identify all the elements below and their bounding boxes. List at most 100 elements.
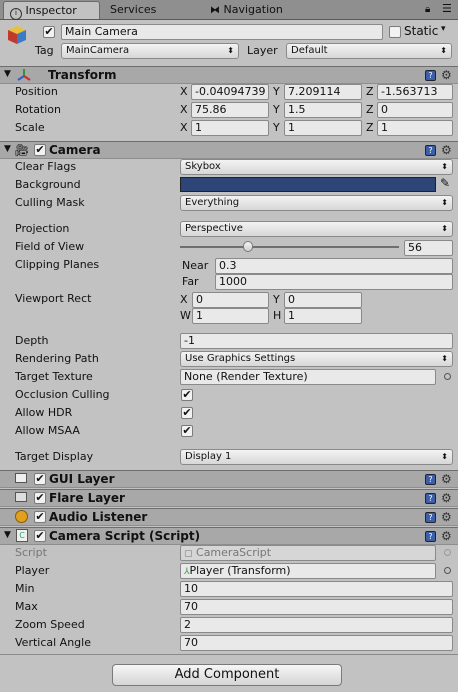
gear-icon[interactable]: ⚙ bbox=[441, 530, 452, 542]
viewport-x-input[interactable]: 0 bbox=[192, 292, 269, 308]
tab-services[interactable]: Services bbox=[104, 1, 184, 19]
position-z-input[interactable]: -1.563713 bbox=[377, 84, 453, 100]
navigation-icon: ⧓ bbox=[210, 5, 220, 16]
vertical-angle-input[interactable]: 70 bbox=[180, 635, 453, 651]
target-display-dropdown[interactable]: Display 1 ⬍ bbox=[180, 449, 453, 465]
flare-layer-header[interactable]: ✔ Flare Layer ? ⚙ bbox=[0, 489, 458, 507]
target-texture-field[interactable]: None (Render Texture) bbox=[180, 369, 436, 385]
transform-header[interactable]: ▼ Transform ? ⚙ bbox=[0, 66, 458, 84]
menu-icon[interactable]: ☰ bbox=[442, 2, 452, 15]
zoom-speed-input[interactable]: 2 bbox=[180, 617, 453, 633]
allow-hdr-checkbox[interactable]: ✔ bbox=[181, 407, 193, 419]
layer-dropdown[interactable]: Default ⬍ bbox=[286, 43, 452, 59]
foldout-arrow-icon[interactable]: ▼ bbox=[4, 530, 11, 540]
static-dropdown-arrow-icon[interactable]: ▾ bbox=[441, 24, 446, 34]
tag-dropdown[interactable]: MainCamera ⬍ bbox=[61, 43, 239, 59]
eyedropper-icon[interactable]: ✎ bbox=[440, 176, 450, 190]
help-icon[interactable]: ? bbox=[425, 512, 436, 523]
rotation-x-input[interactable]: 75.86 bbox=[191, 102, 269, 118]
camera-script-header[interactable]: ▼ C ✔ Camera Script (Script) ? ⚙ bbox=[0, 527, 458, 545]
rotation-y-input[interactable]: 1.5 bbox=[284, 102, 362, 118]
fov-input[interactable]: 56 bbox=[404, 240, 453, 256]
fov-slider-thumb[interactable] bbox=[242, 241, 253, 252]
help-icon[interactable]: ? bbox=[425, 474, 436, 485]
script-file-icon: ▢ bbox=[184, 549, 193, 559]
lock-icon[interactable]: 🔒︎ bbox=[425, 4, 430, 15]
rotation-z-input[interactable]: 0 bbox=[377, 102, 453, 118]
info-icon: i bbox=[10, 8, 22, 20]
near-input[interactable]: 0.3 bbox=[215, 258, 453, 274]
occlusion-culling-checkbox[interactable]: ✔ bbox=[181, 389, 193, 401]
allow-hdr-label: Allow HDR bbox=[15, 406, 73, 419]
viewport-w-input[interactable]: 1 bbox=[192, 308, 269, 324]
tag-label: Tag bbox=[35, 44, 54, 57]
min-input[interactable]: 10 bbox=[180, 581, 453, 597]
allow-msaa-checkbox[interactable]: ✔ bbox=[181, 425, 193, 437]
projection-dropdown[interactable]: Perspective ⬍ bbox=[180, 221, 453, 237]
max-input[interactable]: 70 bbox=[180, 599, 453, 615]
gear-icon[interactable]: ⚙ bbox=[441, 69, 452, 81]
fov-label: Field of View bbox=[15, 240, 85, 253]
clear-flags-label: Clear Flags bbox=[15, 160, 77, 173]
scale-y-input[interactable]: 1 bbox=[284, 120, 362, 136]
vp-x-label: X bbox=[180, 293, 188, 306]
position-y-input[interactable]: 7.209114 bbox=[284, 84, 362, 100]
dropdown-arrow-icon: ⬍ bbox=[441, 162, 448, 171]
scale-label: Scale bbox=[15, 121, 45, 134]
tab-inspector[interactable]: i Inspector bbox=[3, 1, 100, 20]
vp-y-label: Y bbox=[273, 293, 280, 306]
dropdown-arrow-icon: ⬍ bbox=[441, 198, 448, 207]
camera-icon: 🎥︎ bbox=[14, 143, 30, 157]
audio-listener-title: Audio Listener bbox=[49, 510, 148, 524]
depth-input[interactable]: -1 bbox=[180, 333, 453, 349]
axis-x-label: X bbox=[180, 85, 188, 98]
far-input[interactable]: 1000 bbox=[215, 274, 453, 290]
object-name-input[interactable]: Main Camera bbox=[61, 24, 383, 40]
fov-slider-track[interactable] bbox=[180, 246, 399, 248]
background-color-swatch[interactable] bbox=[180, 177, 436, 192]
gear-icon[interactable]: ⚙ bbox=[441, 144, 452, 156]
gear-icon[interactable]: ⚙ bbox=[441, 511, 452, 523]
gear-icon[interactable]: ⚙ bbox=[441, 492, 452, 504]
gui-layer-header[interactable]: ✔ GUI Layer ? ⚙ bbox=[0, 470, 458, 488]
foldout-arrow-icon[interactable]: ▼ bbox=[4, 144, 11, 154]
gear-icon[interactable]: ⚙ bbox=[441, 473, 452, 485]
gui-layer-checkbox[interactable]: ✔ bbox=[34, 473, 46, 485]
help-icon[interactable]: ? bbox=[425, 493, 436, 504]
position-x-input[interactable]: -0.04094739 bbox=[191, 84, 269, 100]
rendering-path-dropdown[interactable]: Use Graphics Settings ⬍ bbox=[180, 351, 453, 367]
dropdown-arrow-icon: ⬍ bbox=[227, 46, 234, 55]
axis-y-label: Y bbox=[273, 121, 280, 134]
foldout-arrow-icon[interactable]: ▼ bbox=[4, 69, 11, 79]
dropdown-arrow-icon: ⬍ bbox=[441, 224, 448, 233]
viewport-h-input[interactable]: 1 bbox=[284, 308, 362, 324]
add-component-button[interactable]: Add Component bbox=[112, 664, 342, 686]
scale-x-input[interactable]: 1 bbox=[191, 120, 269, 136]
viewport-y-input[interactable]: 0 bbox=[284, 292, 362, 308]
audio-listener-header[interactable]: ✔ Audio Listener ? ⚙ bbox=[0, 508, 458, 526]
help-icon[interactable]: ? bbox=[425, 145, 436, 156]
min-label: Min bbox=[15, 582, 35, 595]
help-icon[interactable]: ? bbox=[425, 531, 436, 542]
active-checkbox[interactable]: ✔ bbox=[43, 26, 55, 38]
gameobject-cube-icon bbox=[6, 24, 28, 46]
flare-layer-checkbox[interactable]: ✔ bbox=[34, 492, 46, 504]
far-label: Far bbox=[182, 275, 199, 288]
player-field[interactable]: ⅄Player (Transform) bbox=[180, 563, 436, 579]
object-picker-icon[interactable] bbox=[444, 373, 451, 380]
script-file-icon: C bbox=[16, 529, 28, 542]
help-icon[interactable]: ? bbox=[425, 70, 436, 81]
static-checkbox[interactable] bbox=[389, 26, 401, 38]
scale-z-input[interactable]: 1 bbox=[377, 120, 453, 136]
axis-z-label: Z bbox=[366, 121, 374, 134]
culling-mask-dropdown[interactable]: Everything ⬍ bbox=[180, 195, 453, 211]
viewport-rect-label: Viewport Rect bbox=[15, 292, 92, 305]
divider bbox=[0, 654, 458, 655]
camera-enabled-checkbox[interactable]: ✔ bbox=[34, 144, 46, 156]
camera-script-checkbox[interactable]: ✔ bbox=[34, 530, 46, 542]
clear-flags-dropdown[interactable]: Skybox ⬍ bbox=[180, 159, 453, 175]
object-picker-icon[interactable] bbox=[444, 567, 451, 574]
audio-listener-checkbox[interactable]: ✔ bbox=[34, 511, 46, 523]
tab-navigation[interactable]: ⧓ Navigation bbox=[204, 1, 314, 19]
camera-header[interactable]: ▼ 🎥︎ ✔ Camera ? ⚙ bbox=[0, 141, 458, 159]
